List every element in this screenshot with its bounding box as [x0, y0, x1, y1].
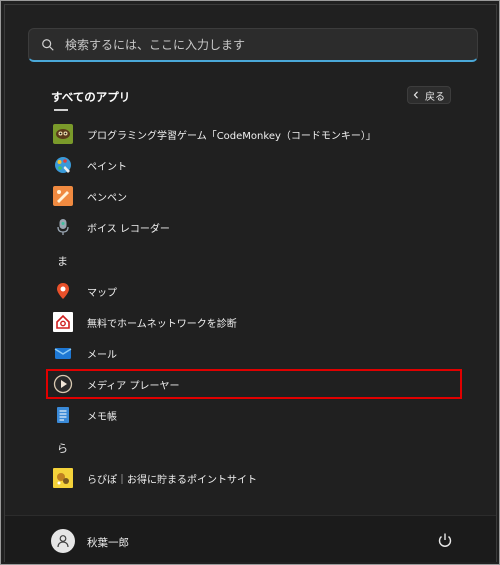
app-item-paint[interactable]: ペイント — [47, 150, 457, 180]
mail-icon — [53, 343, 73, 363]
rapipo-icon — [53, 468, 73, 488]
power-icon[interactable] — [437, 532, 453, 548]
back-button[interactable]: 戻る — [407, 86, 451, 104]
app-item-voice-recorder[interactable]: ボイス レコーダー — [47, 212, 457, 242]
app-label: メール — [87, 349, 117, 361]
search-box[interactable]: 検索するには、ここに入力します — [28, 28, 478, 62]
app-label: メモ帳 — [87, 411, 117, 423]
user-icon — [57, 535, 69, 548]
app-item-rapipo[interactable]: らぴぽ｜お得に貯まるポイントサイト — [47, 463, 457, 493]
search-placeholder[interactable]: 検索するには、ここに入力します — [65, 36, 245, 53]
codemonkey-icon — [53, 124, 73, 144]
app-label: マップ — [87, 287, 117, 299]
app-label: プログラミング学習ゲーム「CodeMonkey（コードモンキー）」 — [87, 130, 376, 142]
section-divider — [54, 109, 68, 111]
home-network-icon — [53, 312, 73, 332]
app-label: ペイント — [87, 161, 127, 173]
notepad-icon — [53, 405, 73, 425]
selection-highlight — [46, 369, 462, 399]
app-label: ボイス レコーダー — [87, 223, 170, 235]
paint-icon — [53, 155, 73, 175]
maps-icon — [53, 281, 73, 301]
app-item-notepad[interactable]: メモ帳 — [47, 400, 457, 430]
app-item-codemonkey[interactable]: プログラミング学習ゲーム「CodeMonkey（コードモンキー）」 — [47, 119, 457, 149]
letter-heading-ra[interactable]: ら — [57, 440, 68, 456]
user-name[interactable]: 秋葉一郎 — [87, 535, 129, 550]
search-icon — [42, 38, 54, 51]
back-button-label: 戻る — [425, 91, 445, 103]
app-item-maps[interactable]: マップ — [47, 276, 457, 306]
chevron-left-icon — [413, 91, 418, 99]
app-item-penpen[interactable]: ペンペン — [47, 181, 457, 211]
all-apps-title: すべてのアプリ — [51, 90, 131, 104]
start-menu: 検索するには、ここに入力します すべてのアプリ 戻る プログラミング学習ゲーム「… — [4, 4, 497, 562]
user-avatar[interactable] — [51, 529, 75, 553]
app-label: ペンペン — [87, 192, 127, 204]
letter-heading-ma[interactable]: ま — [57, 253, 68, 269]
penpen-icon — [53, 186, 73, 206]
app-item-home-network[interactable]: 無料でホームネットワークを診断 — [47, 307, 457, 337]
app-label: 無料でホームネットワークを診断 — [87, 318, 237, 330]
voice-recorder-icon — [53, 217, 73, 237]
app-label: らぴぽ｜お得に貯まるポイントサイト — [87, 474, 257, 486]
app-item-mail[interactable]: メール — [47, 338, 457, 368]
start-menu-footer: 秋葉一郎 — [5, 515, 496, 562]
screenshot-frame: 検索するには、ここに入力します すべてのアプリ 戻る プログラミング学習ゲーム「… — [0, 0, 500, 565]
